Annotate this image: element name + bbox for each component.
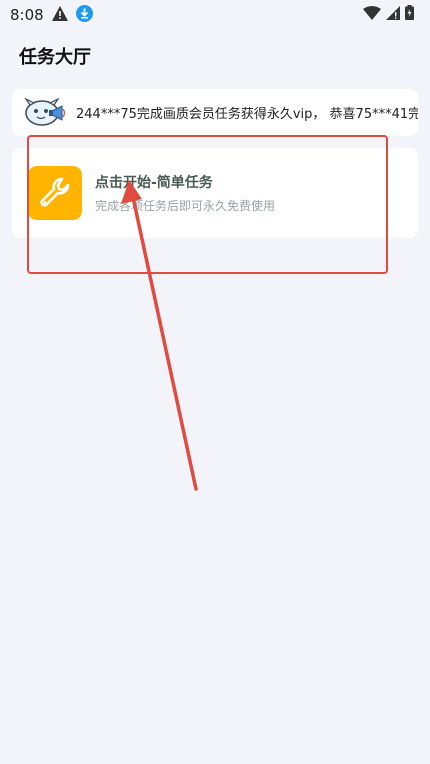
notice-text: 244***75完成画质会员任务获得永久vip， 恭喜75***41完成 xyxy=(76,107,418,122)
download-icon xyxy=(75,4,93,26)
status-icons xyxy=(363,5,414,24)
warning-icon xyxy=(51,5,68,25)
signal-icon xyxy=(386,5,400,24)
task-card[interactable]: 点击开始-简单任务 完成各项任务后即可永久免费使用 xyxy=(12,148,418,238)
battery-icon xyxy=(405,5,414,24)
task-subtitle: 完成各项任务后即可永久免费使用 xyxy=(95,199,276,213)
notice-card: 244***75完成画质会员任务获得永久vip， 恭喜75***41完成 xyxy=(12,89,418,136)
wrench-icon xyxy=(28,166,82,220)
status-bar: 8:08 xyxy=(0,0,430,30)
task-title[interactable]: 点击开始-简单任务 xyxy=(95,172,213,192)
page-title: 任务大厅 xyxy=(19,47,91,68)
wifi-icon xyxy=(363,5,381,24)
status-time: 8:08 xyxy=(10,6,44,24)
mascot-icon xyxy=(22,97,68,129)
